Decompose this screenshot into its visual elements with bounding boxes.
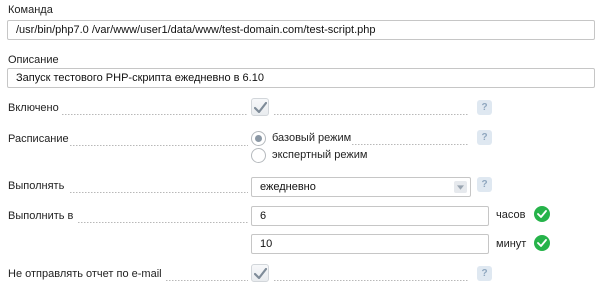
run-help-icon[interactable]: ? [477,177,492,192]
checkmark-icon [253,101,267,113]
enabled-leader-dots [62,114,248,115]
checkmark-icon [253,267,267,279]
schedule-trailing-dots [352,144,468,145]
minutes-ok-icon [534,235,550,251]
run-select[interactable]: ежедневно [251,177,471,197]
description-label: Описание [8,54,59,66]
no-email-trailing-dots [274,280,468,281]
run-at-leader-dots [78,222,248,223]
hours-unit-label: часов [496,209,526,221]
run-label: Выполнять [8,180,65,192]
run-leader-dots [70,192,248,193]
minutes-input[interactable]: 10 [251,234,489,254]
chevron-down-icon[interactable] [454,181,467,193]
enabled-label: Включено [8,102,59,114]
hours-ok-icon [534,206,550,222]
enabled-trailing-dots [274,114,468,115]
no-email-leader-dots [166,280,248,281]
no-email-label: Не отправлять отчет по e-mail [8,268,162,280]
no-email-help-icon[interactable]: ? [477,266,492,281]
schedule-label: Расписание [8,133,69,145]
minutes-unit-label: минут [496,238,527,250]
schedule-basic-radio[interactable] [251,131,266,146]
run-at-label: Выполнить в [8,210,74,222]
command-input[interactable]: /usr/bin/php7.0 /var/www/user1/data/www/… [7,20,595,40]
enabled-help-icon[interactable]: ? [477,100,492,115]
schedule-help-icon[interactable]: ? [477,130,492,145]
command-label: Команда [8,4,53,16]
schedule-leader-dots [70,145,248,146]
description-input[interactable]: Запуск тестового PHP-скрипта ежедневно в… [7,68,595,88]
hours-input[interactable]: 6 [251,206,489,226]
enabled-checkbox[interactable] [251,98,269,116]
run-select-value: ежедневно [260,181,316,193]
schedule-basic-label[interactable]: базовый режим [272,132,351,144]
schedule-expert-label[interactable]: экспертный режим [272,149,367,161]
no-email-checkbox[interactable] [251,264,269,282]
schedule-expert-radio[interactable] [251,148,266,163]
